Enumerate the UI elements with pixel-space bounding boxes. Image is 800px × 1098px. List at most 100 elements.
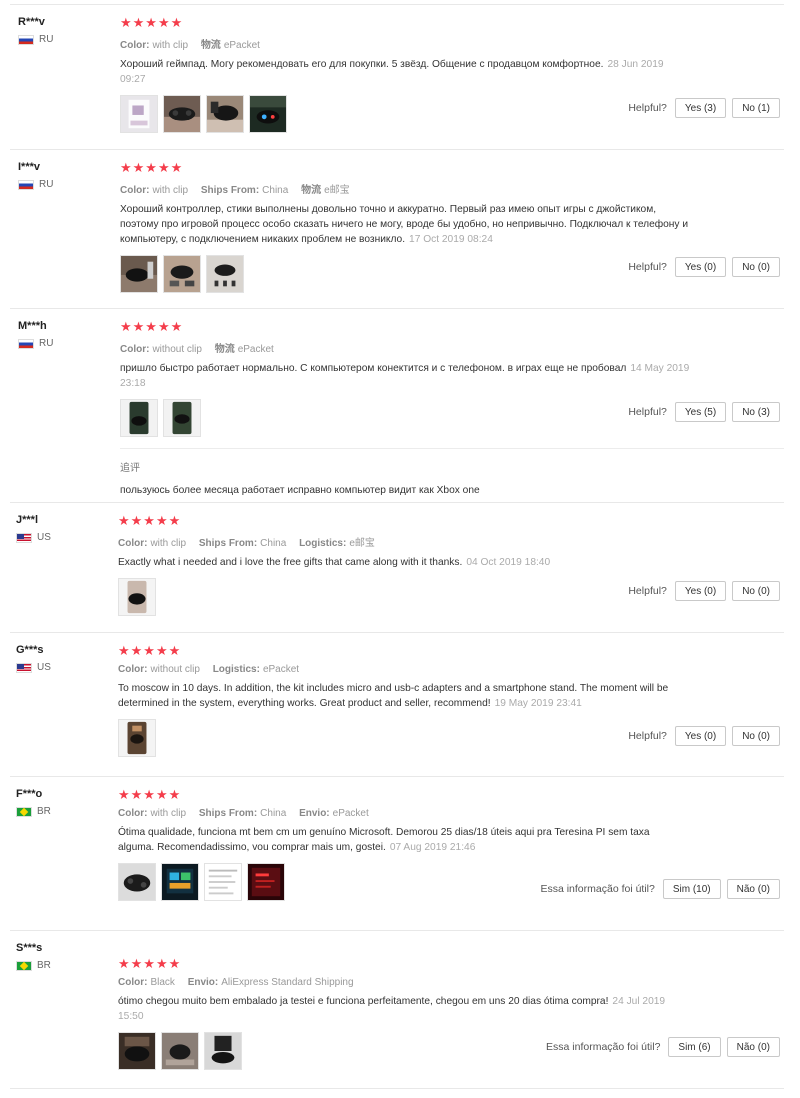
- product-attributes: Color: with clip Ships From: China Logisti…: [118, 534, 784, 549]
- review-photo[interactable]: [163, 255, 201, 293]
- product-attributes: Color: with clip Ships From: China Envio: e…: [118, 808, 784, 819]
- review-text: ótimo chegou muito bem embalado ja teste…: [118, 994, 688, 1024]
- helpful-no-button[interactable]: No (3): [732, 402, 780, 422]
- helpful-no-button[interactable]: No (0): [732, 257, 780, 277]
- review-photo[interactable]: [206, 255, 244, 293]
- helpful-no-button[interactable]: Não (0): [726, 1037, 780, 1057]
- review-photo[interactable]: [163, 399, 201, 437]
- helpful-vote: Helpful? Yes (5) No (3): [628, 402, 780, 422]
- product-attributes: Color: without clip 物流 ePacket: [120, 340, 784, 355]
- helpful-yes-button[interactable]: Yes (3): [674, 98, 727, 118]
- attr-key: Ships From:: [198, 808, 258, 819]
- country-code: RU: [39, 179, 54, 190]
- review-date: 07 Aug 2019 21:46: [389, 842, 476, 853]
- review-content: Хороший контроллер, стики выполнены дово…: [120, 204, 689, 245]
- helpful-label: Essa informação foi útil?: [540, 883, 655, 895]
- review-text: Exactly what i needed and i love the fre…: [118, 555, 688, 570]
- attr-key: Envio:: [299, 808, 330, 819]
- review-photo[interactable]: [204, 863, 242, 901]
- attr-key: Color:: [118, 808, 148, 819]
- reviewer-info: F***o BR: [16, 788, 106, 817]
- followup-text: пользуюсь более месяца работает исправно…: [120, 485, 480, 496]
- helpful-yes-button[interactable]: Yes (0): [674, 581, 727, 601]
- country-code: US: [37, 532, 51, 543]
- followup-label: 追评: [120, 463, 140, 474]
- attr-value: without clip: [150, 664, 200, 675]
- reviewer-info: R***v RU: [18, 16, 108, 45]
- attr-key: Color:: [120, 344, 150, 355]
- reviewer-info: I***v RU: [18, 161, 108, 190]
- reviewer-name: J***l: [16, 514, 39, 526]
- review-photo[interactable]: [249, 95, 287, 133]
- review-photo[interactable]: [161, 1032, 199, 1070]
- review-item: M***h RU ★★★★★ Color: without clip 物流 ePac…: [10, 308, 784, 503]
- review-date: 04 Oct 2019 18:40: [466, 557, 551, 568]
- helpful-no-button[interactable]: No (0): [732, 581, 780, 601]
- reviewer-country: RU: [18, 338, 108, 349]
- review-photo[interactable]: [163, 95, 201, 133]
- star-rating: ★★★★★: [118, 956, 182, 971]
- helpful-label: Helpful?: [628, 730, 667, 742]
- attr-key: Logistics:: [299, 538, 347, 549]
- helpful-vote: Helpful? Yes (0) No (0): [628, 257, 780, 277]
- helpful-no-button[interactable]: No (1): [732, 98, 780, 118]
- helpful-yes-button[interactable]: Yes (0): [674, 726, 727, 746]
- helpful-vote: Helpful? Yes (0) No (0): [628, 581, 780, 601]
- reviewer-name: F***o: [16, 788, 43, 800]
- followup-review: 追评 пользуюсь более месяца работает испра…: [120, 448, 784, 496]
- attr-value: with clip: [152, 185, 189, 196]
- attr-value: ePacket: [262, 664, 300, 675]
- review-content: пришло быстро работает нормально. С комп…: [120, 363, 627, 374]
- reviewer-name: I***v: [18, 161, 41, 173]
- helpful-yes-button[interactable]: Sim (6): [668, 1037, 721, 1057]
- review-photo[interactable]: [118, 1032, 156, 1070]
- review-photo[interactable]: [120, 95, 158, 133]
- attr-key: Envio:: [187, 977, 219, 988]
- helpful-label: Helpful?: [628, 585, 667, 597]
- country-code: BR: [37, 806, 51, 817]
- star-rating: ★★★★★: [118, 643, 182, 658]
- star-rating: ★★★★★: [120, 160, 184, 175]
- helpful-yes-button[interactable]: Yes (0): [674, 257, 727, 277]
- attr-value: China: [260, 808, 287, 819]
- review-photo[interactable]: [118, 719, 156, 757]
- review-photo[interactable]: [204, 1032, 242, 1070]
- attr-value: with clip: [150, 538, 187, 549]
- helpful-label: Helpful?: [628, 406, 667, 418]
- helpful-yes-button[interactable]: Sim (10): [662, 879, 721, 899]
- helpful-no-button[interactable]: Não (0): [726, 879, 780, 899]
- helpful-label: Essa informação foi útil?: [546, 1041, 661, 1053]
- review-photo[interactable]: [206, 95, 244, 133]
- helpful-yes-button[interactable]: Yes (5): [674, 402, 727, 422]
- attr-key: 物流: [214, 344, 235, 355]
- review-photo[interactable]: [120, 255, 158, 293]
- review-content: Хороший геймпад. Могу рекомендовать его …: [120, 59, 604, 70]
- helpful-no-button[interactable]: No (0): [732, 726, 780, 746]
- reviewer-info: G***s US: [16, 644, 106, 673]
- review-date: 19 May 2019 23:41: [494, 698, 582, 709]
- russia-flag-icon: [18, 338, 34, 349]
- review-content: Ótima qualidade, funciona mt bem cm um g…: [118, 827, 650, 853]
- reviewer-name: S***s: [16, 942, 43, 954]
- reviewer-name: M***h: [18, 320, 47, 332]
- review-photo[interactable]: [161, 863, 199, 901]
- brazil-flag-icon: [16, 806, 32, 817]
- reviewer-info: M***h RU: [18, 320, 108, 349]
- attr-value: ePacket: [332, 808, 369, 819]
- review-date: 17 Oct 2019 08:24: [409, 234, 493, 245]
- russia-flag-icon: [18, 179, 34, 190]
- review-photo[interactable]: [247, 863, 285, 901]
- reviewer-info: J***l US: [16, 514, 106, 543]
- reviewer-country: RU: [18, 34, 108, 45]
- review-photo[interactable]: [120, 399, 158, 437]
- review-text: Хороший геймпад. Могу рекомендовать его …: [120, 57, 690, 87]
- attr-value: ePacket: [237, 344, 274, 355]
- star-rating: ★★★★★: [120, 319, 184, 334]
- review-photo[interactable]: [118, 578, 156, 616]
- review-photo[interactable]: [118, 863, 156, 901]
- review-text: Хороший контроллер, стики выполнены дово…: [120, 202, 690, 247]
- country-code: RU: [39, 338, 54, 349]
- country-code: RU: [39, 34, 54, 45]
- usa-flag-icon: [16, 532, 32, 543]
- reviewer-country: US: [16, 662, 106, 673]
